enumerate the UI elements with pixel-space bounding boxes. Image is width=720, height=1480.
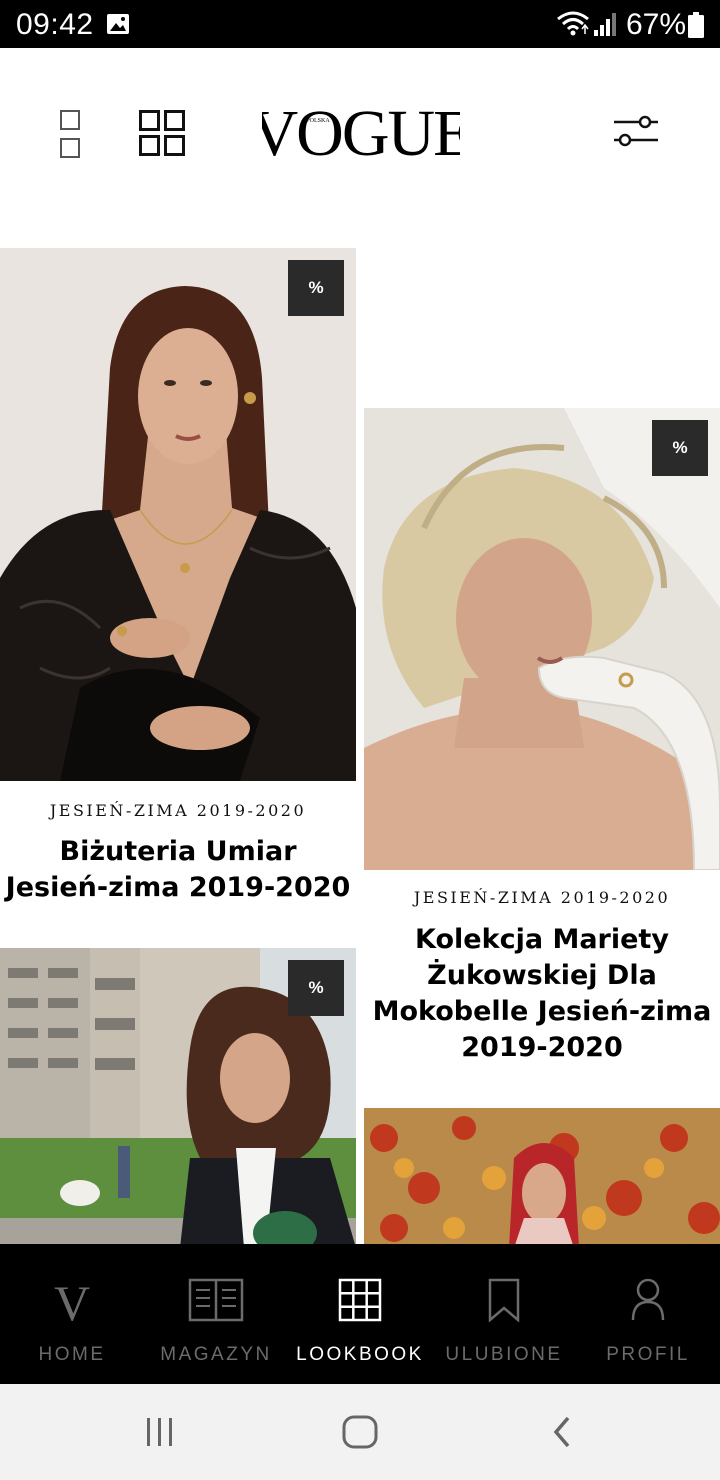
lookbook-card[interactable]: % JESIEŃ-ZIMA 2019-2020 Kolekcja Mariety… bbox=[364, 408, 720, 1098]
user-icon bbox=[631, 1278, 665, 1321]
battery-icon bbox=[688, 12, 704, 38]
nav-label: HOME bbox=[38, 1344, 106, 1365]
home-icon[interactable] bbox=[341, 1412, 379, 1452]
discount-badge: % bbox=[288, 960, 344, 1016]
bookmark-icon bbox=[488, 1278, 520, 1322]
battery-percent: 67% bbox=[626, 8, 687, 41]
nav-label: MAGAZYN bbox=[160, 1344, 272, 1365]
nav-home[interactable]: V HOME bbox=[0, 1244, 144, 1384]
card-title-line: Mokobelle Jesień-zima bbox=[372, 996, 712, 1027]
signal-icon bbox=[594, 13, 616, 36]
nav-lookbook[interactable]: LOOKBOOK bbox=[288, 1244, 432, 1384]
nav-profil[interactable]: PROFIL bbox=[576, 1244, 720, 1384]
screen: 09:42 67% VOGUE POLSKA % JESIEŃ-ZIMA 201… bbox=[0, 0, 720, 1480]
card-category: JESIEŃ-ZIMA 2019-2020 bbox=[413, 888, 671, 907]
grid-icon bbox=[338, 1278, 382, 1322]
lookbook-card[interactable]: % bbox=[0, 948, 356, 1244]
wifi-icon bbox=[557, 11, 589, 36]
card-title-line: Kolekcja Mariety bbox=[415, 924, 669, 955]
nav-ulubione[interactable]: ULUBIONE bbox=[432, 1244, 576, 1384]
filter-icon[interactable] bbox=[612, 114, 660, 148]
photo-icon bbox=[107, 14, 129, 34]
svg-text:V: V bbox=[54, 1278, 90, 1324]
status-bar: 09:42 67% bbox=[0, 0, 720, 48]
vogue-logo: VOGUE POLSKA bbox=[262, 100, 460, 162]
card-title-line: Żukowskiej Dla bbox=[427, 960, 657, 991]
lookbook-card[interactable] bbox=[364, 1108, 720, 1244]
svg-text:VOGUE: VOGUE bbox=[262, 100, 460, 162]
card-title[interactable]: Biżuteria Umiar Jesień-zima 2019-2020 bbox=[0, 834, 356, 906]
status-time: 09:42 bbox=[16, 8, 94, 41]
back-icon[interactable] bbox=[548, 1412, 576, 1452]
card-title-line: Biżuteria Umiar bbox=[59, 836, 297, 867]
lookbook-feed[interactable]: % JESIEŃ-ZIMA 2019-2020 Biżuteria Umiar … bbox=[0, 218, 720, 1244]
card-image-gloved-model[interactable] bbox=[364, 408, 720, 870]
magazine-icon bbox=[188, 1278, 244, 1322]
nav-label: PROFIL bbox=[606, 1344, 690, 1365]
discount-badge: % bbox=[652, 420, 708, 476]
card-title-line: 2019-2020 bbox=[461, 1032, 623, 1063]
card-title[interactable]: Kolekcja Mariety Żukowskiej Dla Mokobell… bbox=[364, 922, 720, 1066]
bottom-nav: V HOME MAGAZYN LOOKBOOK ULUBIONE PROFIL bbox=[0, 1244, 720, 1384]
vogue-v-icon: V bbox=[54, 1278, 90, 1324]
discount-badge: % bbox=[288, 260, 344, 316]
nav-magazyn[interactable]: MAGAZYN bbox=[144, 1244, 288, 1384]
top-bar: VOGUE POLSKA bbox=[0, 48, 720, 218]
card-title-line: Jesień-zima 2019-2020 bbox=[5, 872, 351, 903]
card-image-autumn-model[interactable] bbox=[364, 1108, 720, 1244]
nav-label: LOOKBOOK bbox=[296, 1344, 424, 1365]
nav-label: ULUBIONE bbox=[445, 1344, 563, 1365]
system-nav-bar bbox=[0, 1384, 720, 1480]
card-image-necklace-model[interactable] bbox=[0, 248, 356, 781]
card-category: JESIEŃ-ZIMA 2019-2020 bbox=[49, 801, 307, 820]
recent-apps-icon[interactable] bbox=[144, 1412, 176, 1452]
lookbook-card[interactable]: % JESIEŃ-ZIMA 2019-2020 Biżuteria Umiar … bbox=[0, 248, 356, 918]
svg-text:POLSKA: POLSKA bbox=[306, 118, 330, 124]
view-grid-icon[interactable] bbox=[139, 110, 185, 156]
view-single-icon[interactable] bbox=[60, 110, 80, 158]
